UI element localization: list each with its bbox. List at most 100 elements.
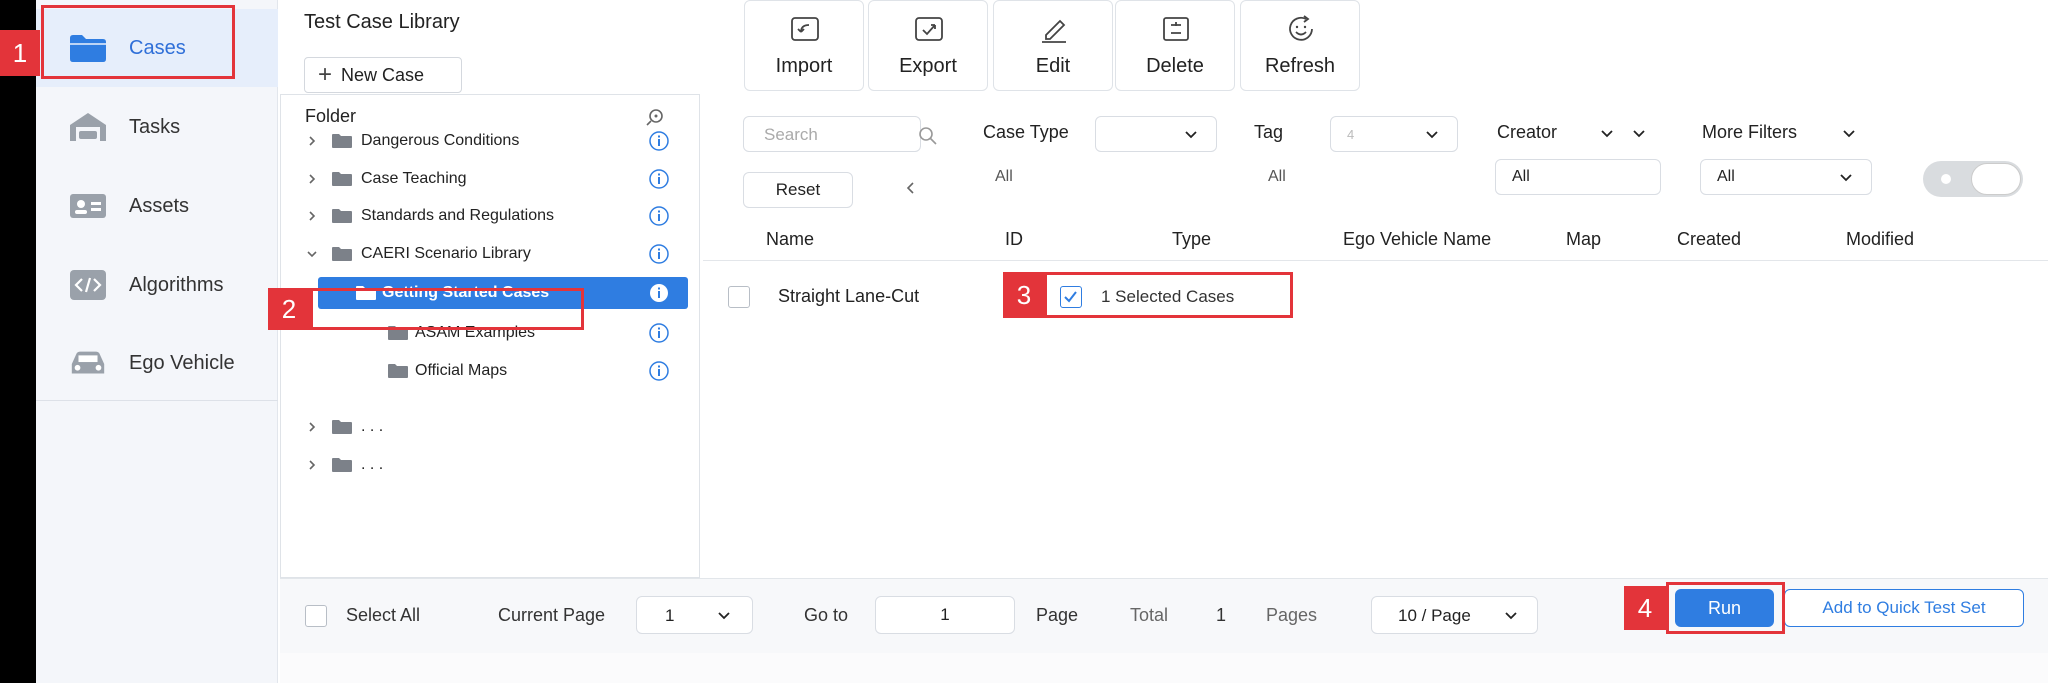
sidebar-item-assets[interactable]: Assets [36,167,278,245]
total-value: 1 [1216,605,1227,625]
chevron-right-icon[interactable] [305,209,319,223]
info-icon[interactable] [648,243,670,265]
info-icon[interactable] [648,130,670,152]
tag-value: 4 [1347,127,1355,142]
select-all-label: Select All [346,605,421,625]
garage-icon [68,111,108,143]
tag-select[interactable]: 4 [1330,116,1458,152]
refresh-button[interactable]: Refresh [1240,0,1360,91]
delete-button[interactable]: Delete [1115,0,1235,91]
search-folder-icon[interactable] [645,107,665,127]
car-icon [68,347,108,379]
tree-item-label: Official Maps [415,362,508,379]
sidebar-item-ego-vehicle[interactable]: Ego Vehicle [36,324,278,402]
creator-value: All [1512,168,1530,185]
creator-label: Creator [1497,122,1558,142]
tree-item-label: . . . [361,418,384,435]
creator-select[interactable]: All [1495,159,1661,195]
column-ego-vehicle-name: Ego Vehicle Name [1343,229,1492,249]
import-button[interactable]: Import [744,0,864,91]
search-input[interactable]: Search [743,116,937,152]
tree-item-standards-regulations[interactable]: Standards and Regulations [281,200,699,232]
folder-icon [332,420,352,434]
sidebar-item-tasks[interactable]: Tasks [36,88,278,166]
annotation-box-3 [1044,272,1293,318]
view-toggle[interactable] [1923,161,2023,197]
refresh-label: Refresh [1264,55,1336,77]
search-icon[interactable] [918,126,938,146]
case-type-select[interactable] [1095,116,1217,152]
current-page-label: Current Page [498,605,606,625]
sidebar-item-algorithms[interactable]: Algorithms [36,246,278,324]
tag-sub-value: All [1268,168,1286,185]
sidebar-item-label: Assets [129,194,190,217]
chevron-right-icon[interactable] [305,420,319,434]
id-card-icon [68,190,108,222]
chevron-down-icon [1840,174,1852,182]
tree-item-caeri-scenario-library[interactable]: CAERI Scenario Library [281,238,699,270]
tree-item-more-2[interactable]: . . . [281,449,699,481]
tree-item-label: CAERI Scenario Library [361,245,531,262]
tree-item-label: Dangerous Conditions [361,132,520,149]
chevron-down-icon[interactable] [305,247,319,261]
plus-icon: + [318,61,333,88]
footer-strip [280,653,2048,683]
more-filters-select[interactable]: All [1700,159,1872,195]
import-label: Import [775,55,833,77]
sidebar-item-label: Algorithms [129,273,224,296]
table-row-name: Straight Lane-Cut [778,286,920,306]
annotation-box-2 [310,288,584,330]
tree-item-official-maps[interactable]: Official Maps [281,355,699,387]
chevron-right-icon[interactable] [305,458,319,472]
info-icon[interactable] [648,360,670,382]
chevron-right-icon[interactable] [305,134,319,148]
code-icon [68,269,108,301]
column-created: Created [1677,229,1742,249]
info-icon[interactable] [648,168,670,190]
chevron-left-icon[interactable] [904,180,916,196]
export-button[interactable]: Export [868,0,988,91]
tree-item-label: Case Teaching [361,170,467,187]
go-to-input[interactable]: 1 [875,596,1015,634]
chevron-down-icon[interactable] [1632,129,1646,139]
page-size-select[interactable]: 10 / Page [1371,596,1538,634]
chevron-down-icon[interactable] [1842,129,1856,139]
tree-item-dangerous-conditions[interactable]: Dangerous Conditions [281,125,699,157]
case-type-label: Case Type [983,122,1069,142]
new-case-button[interactable]: + New Case [304,57,462,93]
chevron-down-icon[interactable] [1600,129,1614,139]
edit-button[interactable]: Edit [993,0,1113,91]
info-icon[interactable] [648,282,670,304]
page-title: Test Case Library [304,11,460,33]
select-all-checkbox[interactable] [305,605,327,627]
tree-item-more-1[interactable]: . . . [281,411,699,443]
folder-icon [388,364,408,378]
sidebar-item-label: Tasks [129,115,181,138]
column-name: Name [766,229,815,249]
add-to-quick-test-set-button[interactable]: Add to Quick Test Set [1784,589,2024,627]
new-case-label: New Case [341,64,425,85]
row-checkbox[interactable] [728,286,750,308]
total-label: Total [1130,605,1169,625]
column-id: ID [1005,229,1023,249]
pencil-icon [1042,19,1066,43]
case-type-sub-value: All [995,168,1013,185]
info-icon[interactable] [648,322,670,344]
more-filters-value: All [1717,168,1735,185]
sidebar: Cases Tasks Assets Algorithms Ego Vehicl… [36,0,278,683]
page-size-value: 10 / Page [1398,606,1471,625]
folder-header: Folder [305,106,357,126]
column-modified: Modified [1846,229,1915,249]
pages-label: Pages [1266,605,1318,625]
chevron-down-icon [1185,131,1197,139]
annotation-marker-1: 1 [0,30,40,76]
folder-icon [332,458,352,472]
chevron-right-icon[interactable] [305,172,319,186]
folder-panel: Folder Dangerous Conditions Case Teachin… [280,94,700,578]
toggle-knob [1971,163,2021,195]
reset-button[interactable]: Reset [743,172,853,208]
current-page-select[interactable]: 1 [636,596,753,634]
more-filters-label: More Filters [1702,122,1798,142]
tree-item-case-teaching[interactable]: Case Teaching [281,163,699,195]
info-icon[interactable] [648,205,670,227]
